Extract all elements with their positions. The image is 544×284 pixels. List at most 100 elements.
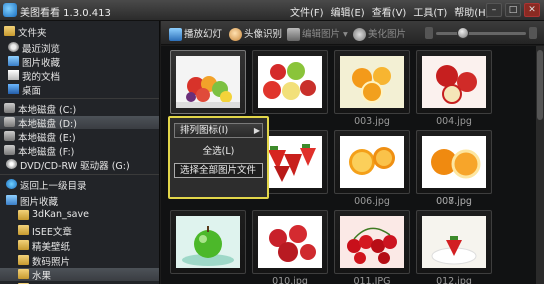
thumbnail-item[interactable] xyxy=(334,50,410,114)
desktop-icon xyxy=(8,84,19,94)
zoom-in-icon[interactable] xyxy=(529,27,537,39)
slideshow-icon xyxy=(169,28,182,41)
sidebar-item-label: 数码照片 xyxy=(32,257,71,268)
back-up-label: 返回上一级目录 xyxy=(20,181,87,192)
menu-item-arrange-icons[interactable]: 排列图标(I) ▶ xyxy=(174,123,263,138)
sidebar-item-subfolder[interactable]: 精美壁纸 xyxy=(0,239,159,253)
sidebar-item-documents[interactable]: 我的文档 xyxy=(0,69,159,83)
sidebar-item-label: 本地磁盘 (D:) xyxy=(18,119,77,130)
app-logo-icon xyxy=(3,3,17,17)
sidebar-item-recent[interactable]: 最近浏览 xyxy=(0,41,159,55)
face-recognition-button[interactable]: 头像识别 xyxy=(229,26,282,41)
drive-icon xyxy=(4,117,15,127)
folder-icon xyxy=(18,225,29,235)
thumbnail-caption: 011.JPG xyxy=(353,276,391,284)
sidebar-divider xyxy=(0,98,159,99)
folder-icon xyxy=(18,210,29,220)
menu-file[interactable]: 文件(F) xyxy=(290,4,324,19)
sidebar-item-dvd[interactable]: DVD/CD-RW 驱动器 (G:) xyxy=(0,158,159,172)
sidebar-item-favorites[interactable]: 图片收藏 xyxy=(0,55,159,69)
sidebar-item-subfolder[interactable]: 数码照片 xyxy=(0,254,159,268)
zoom-slider-handle[interactable] xyxy=(457,27,469,39)
thumbnail-image xyxy=(176,216,240,268)
thumbnail-item[interactable] xyxy=(334,130,410,194)
sidebar-item-subfolder[interactable]: ISEE文章 xyxy=(0,224,159,238)
thumbnail-item[interactable] xyxy=(252,210,328,274)
thumbnail-image xyxy=(340,136,404,188)
sidebar-item-label: 本地磁盘 (E:) xyxy=(18,133,76,144)
thumbnail-caption: 012.jpg xyxy=(436,276,472,284)
thumbnail-item[interactable] xyxy=(416,130,492,194)
face-recognition-label: 头像识别 xyxy=(244,29,283,40)
menu-item-label: 全选(L) xyxy=(202,146,235,157)
face-icon xyxy=(229,28,242,41)
folder-icon xyxy=(18,269,29,279)
window-controls: – □ ✕ xyxy=(486,3,540,17)
sidebar-item-desktop[interactable]: 桌面 xyxy=(0,83,159,97)
edit-image-button[interactable]: 编辑图片 ▾ xyxy=(287,26,348,41)
zoom-slider-track[interactable] xyxy=(436,32,526,35)
menu-tools[interactable]: 工具(T) xyxy=(413,4,447,19)
thumbnail-item[interactable] xyxy=(170,50,246,114)
thumbnail-item[interactable] xyxy=(416,50,492,114)
thumbnail-caption: 008.jpg xyxy=(436,196,472,207)
slideshow-button[interactable]: 播放幻灯 xyxy=(169,26,222,41)
thumbnail-item[interactable] xyxy=(170,210,246,274)
menu-bar: 文件(F) 编辑(E) 查看(V) 工具(T) 帮助(H) xyxy=(290,4,490,19)
minimize-icon[interactable]: – xyxy=(486,3,502,17)
close-icon[interactable]: ✕ xyxy=(524,3,540,17)
thumbnail-item[interactable] xyxy=(416,210,492,274)
edit-image-label: 编辑图片 xyxy=(302,29,341,40)
menu-view[interactable]: 查看(V) xyxy=(372,4,407,19)
sidebar-item-drive-f[interactable]: 本地磁盘 (F:) xyxy=(0,144,159,158)
sidebar-item-drive-d[interactable]: 本地磁盘 (D:) xyxy=(0,116,159,130)
folder-icon xyxy=(18,240,29,250)
back-arrow-icon xyxy=(6,179,17,189)
sidebar-item-subfolder[interactable]: 3dKan_save xyxy=(0,209,159,222)
context-menu: 排列图标(I) ▶ 全选(L) 选择全部图片文件 xyxy=(168,116,269,199)
folders-header-label: 文件夹 xyxy=(18,28,47,39)
thumbnail-item[interactable] xyxy=(252,50,328,114)
sidebar-item-label: DVD/CD-RW 驱动器 (G:) xyxy=(20,161,130,172)
drive-icon xyxy=(4,145,15,155)
drive-icon xyxy=(4,103,15,113)
window-title: 美图看看 1.3.0.413 xyxy=(20,8,111,19)
sidebar-item-current-folder[interactable]: 图片收藏 xyxy=(0,194,159,208)
folders-header[interactable]: 文件夹 xyxy=(0,25,159,39)
toolbar: 播放幻灯 头像识别 编辑图片 ▾ 美化图片 xyxy=(161,21,544,45)
menu-help[interactable]: 帮助(H) xyxy=(454,4,489,19)
thumbnail-item[interactable] xyxy=(334,210,410,274)
sidebar-item-label: 桌面 xyxy=(22,86,42,97)
sidebar-item-label: ISEE文章 xyxy=(32,227,72,238)
menu-item-select-all[interactable]: 全选(L) xyxy=(174,144,263,159)
thumbnail-image xyxy=(340,216,404,268)
thumbnail-caption: 010.jpg xyxy=(272,276,308,284)
picture-folder-icon xyxy=(6,195,17,205)
beautify-icon xyxy=(353,28,366,41)
picture-folder-icon xyxy=(8,56,19,66)
menu-edit[interactable]: 编辑(E) xyxy=(331,4,365,19)
title-bar: 美图看看 1.3.0.413 文件(F) 编辑(E) 查看(V) 工具(T) 帮… xyxy=(0,0,544,21)
menu-item-select-all-images[interactable]: 选择全部图片文件 xyxy=(174,163,263,178)
dvd-icon xyxy=(6,159,17,169)
sidebar-divider xyxy=(0,174,159,175)
maximize-icon[interactable]: □ xyxy=(505,3,521,17)
beautify-button[interactable]: 美化图片 xyxy=(353,26,406,41)
sidebar-item-drive-e[interactable]: 本地磁盘 (E:) xyxy=(0,130,159,144)
thumbnail-image xyxy=(176,56,240,108)
edit-icon xyxy=(287,28,300,41)
sidebar-item-subfolder-selected[interactable]: 水果 xyxy=(0,268,159,282)
drive-icon xyxy=(4,131,15,141)
zoom-out-icon[interactable] xyxy=(425,27,433,39)
sidebar-item-drive-c[interactable]: 本地磁盘 (C:) xyxy=(0,102,159,116)
sidebar-item-label: 我的文档 xyxy=(22,72,61,83)
scrollbar-thumb[interactable] xyxy=(537,50,543,120)
back-up-button[interactable]: 返回上一级目录 xyxy=(0,178,159,192)
sidebar-item-label: 最近浏览 xyxy=(22,44,61,55)
sidebar-item-label: 本地磁盘 (F:) xyxy=(18,147,75,158)
folder-icon xyxy=(18,255,29,265)
sidebar-item-label: 3dKan_save xyxy=(32,209,89,220)
document-icon xyxy=(8,70,19,80)
beautify-label: 美化图片 xyxy=(368,29,407,40)
thumbnail-image xyxy=(422,56,486,108)
